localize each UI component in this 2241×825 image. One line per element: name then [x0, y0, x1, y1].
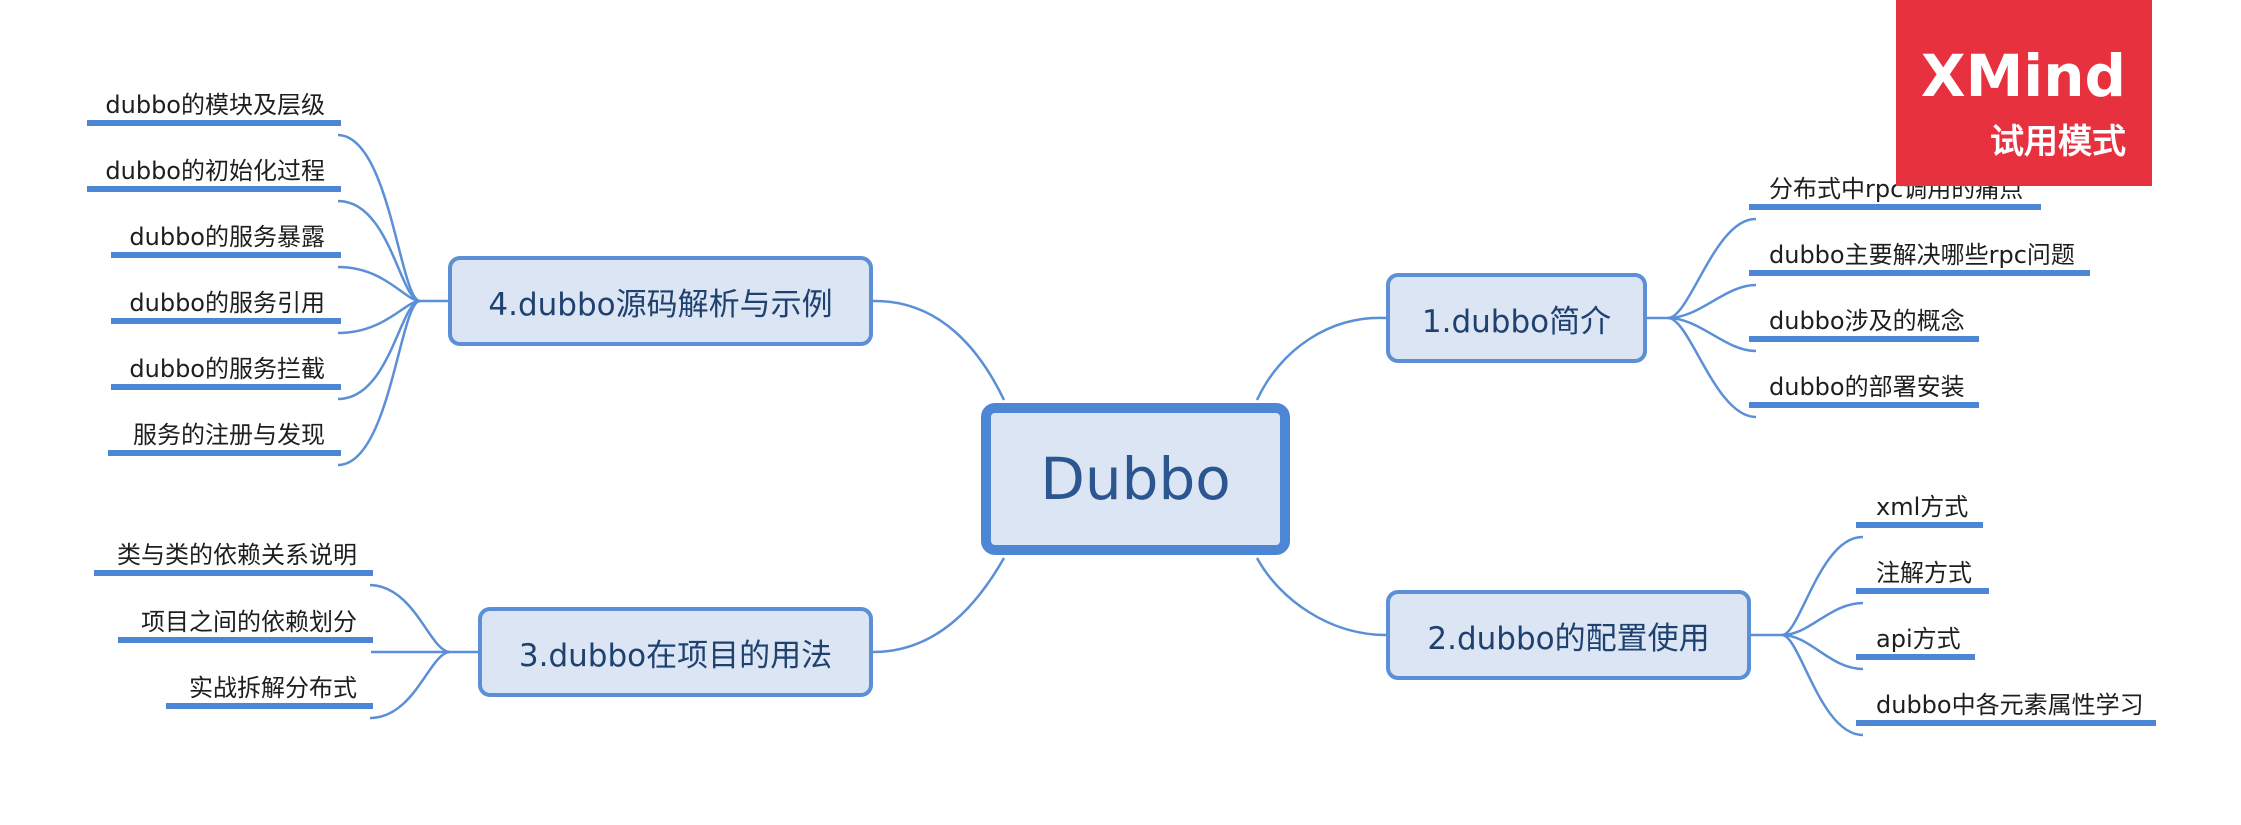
topic-dubbo-source-analysis[interactable]: 4.dubbo源码解析与示例	[448, 256, 873, 346]
subtopic[interactable]: xml方式	[1856, 493, 1983, 528]
subtopic[interactable]: api方式	[1856, 625, 1975, 660]
topic-label: 2.dubbo的配置使用	[1427, 620, 1710, 657]
subtopic[interactable]: dubbo的服务引用	[111, 289, 341, 324]
subtopic[interactable]: dubbo涉及的概念	[1749, 307, 1979, 342]
subtopic[interactable]: dubbo的初始化过程	[87, 157, 341, 192]
subtopic[interactable]: 实战拆解分布式	[166, 674, 373, 709]
subtopic[interactable]: dubbo主要解决哪些rpc问题	[1749, 241, 2090, 276]
xmind-trial-watermark: XMind 试用模式	[1896, 0, 2152, 186]
subtopic[interactable]: 服务的注册与发现	[108, 421, 341, 456]
subtopic[interactable]: 注解方式	[1856, 559, 1989, 594]
subtopic[interactable]: dubbo的模块及层级	[87, 91, 341, 126]
topic-label: 4.dubbo源码解析与示例	[488, 286, 833, 323]
topic-label: 1.dubbo简介	[1421, 303, 1612, 340]
subtopic[interactable]: dubbo中各元素属性学习	[1856, 691, 2156, 726]
topic-dubbo-intro[interactable]: 1.dubbo简介	[1386, 273, 1647, 363]
topic-label: 3.dubbo在项目的用法	[518, 637, 833, 674]
watermark-subtitle: 试用模式	[1990, 122, 2126, 162]
subtopic[interactable]: dubbo的服务拦截	[111, 355, 341, 390]
topic-dubbo-project-usage[interactable]: 3.dubbo在项目的用法	[478, 607, 873, 697]
watermark-title: XMind	[1920, 42, 2126, 110]
subtopic[interactable]: 项目之间的依赖划分	[118, 608, 373, 643]
central-topic-label: Dubbo	[1040, 445, 1231, 513]
topic-dubbo-config[interactable]: 2.dubbo的配置使用	[1386, 590, 1751, 680]
subtopic[interactable]: 类与类的依赖关系说明	[94, 541, 373, 576]
subtopic[interactable]: dubbo的部署安装	[1749, 373, 1979, 408]
subtopic[interactable]: dubbo的服务暴露	[111, 223, 341, 258]
central-topic[interactable]: Dubbo	[981, 403, 1290, 555]
